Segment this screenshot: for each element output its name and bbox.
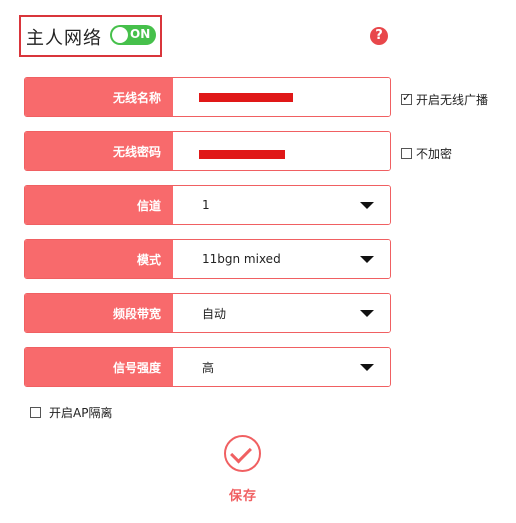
broadcast-option[interactable]: 开启无线广播 <box>401 91 488 108</box>
signal-select[interactable]: 高 <box>173 348 390 386</box>
mode-value: 11bgn mixed <box>202 252 281 266</box>
channel-row: 信道 1 <box>24 185 391 225</box>
save-button[interactable] <box>224 435 261 472</box>
chevron-down-icon <box>360 256 374 263</box>
no-encrypt-checkbox[interactable] <box>401 148 412 159</box>
bandwidth-value: 自动 <box>202 306 227 321</box>
chevron-down-icon <box>360 202 374 209</box>
ap-isolation-option[interactable]: 开启AP隔离 <box>30 404 112 421</box>
signal-row: 信号强度 高 <box>24 347 391 387</box>
ssid-input[interactable] <box>173 78 390 116</box>
broadcast-label: 开启无线广播 <box>416 93 489 107</box>
chevron-down-icon <box>360 364 374 371</box>
ssid-label: 无线名称 <box>25 78 173 116</box>
checkmark-icon <box>230 441 252 464</box>
no-encrypt-option[interactable]: 不加密 <box>401 145 452 162</box>
page-title: 主人网络 <box>26 28 102 49</box>
signal-label: 信号强度 <box>25 348 173 386</box>
bandwidth-label: 频段带宽 <box>25 294 173 332</box>
password-label: 无线密码 <box>25 132 173 170</box>
channel-value: 1 <box>202 198 210 212</box>
chevron-down-icon <box>360 310 374 317</box>
save-label[interactable]: 保存 <box>229 485 257 504</box>
bandwidth-select[interactable]: 自动 <box>173 294 390 332</box>
ap-isolation-label: 开启AP隔离 <box>49 406 113 420</box>
toggle-knob <box>112 27 128 43</box>
ap-isolation-checkbox[interactable] <box>30 407 41 418</box>
signal-value: 高 <box>202 360 215 375</box>
help-icon[interactable]: ? <box>370 27 388 45</box>
mode-select[interactable]: 11bgn mixed <box>173 240 390 278</box>
host-network-header: 主人网络 ON <box>19 15 162 57</box>
bandwidth-row: 频段带宽 自动 <box>24 293 391 333</box>
mode-row: 模式 11bgn mixed <box>24 239 391 279</box>
ssid-row: 无线名称 <box>24 77 391 117</box>
redaction-mark <box>199 150 285 159</box>
mode-label: 模式 <box>25 240 173 278</box>
toggle-label: ON <box>130 27 151 41</box>
password-row: 无线密码 <box>24 131 391 171</box>
channel-select[interactable]: 1 <box>173 186 390 224</box>
password-input[interactable] <box>173 132 390 170</box>
redaction-mark <box>199 93 293 102</box>
channel-label: 信道 <box>25 186 173 224</box>
no-encrypt-label: 不加密 <box>416 147 453 161</box>
network-toggle[interactable]: ON <box>110 25 156 45</box>
broadcast-checkbox[interactable] <box>401 91 412 105</box>
